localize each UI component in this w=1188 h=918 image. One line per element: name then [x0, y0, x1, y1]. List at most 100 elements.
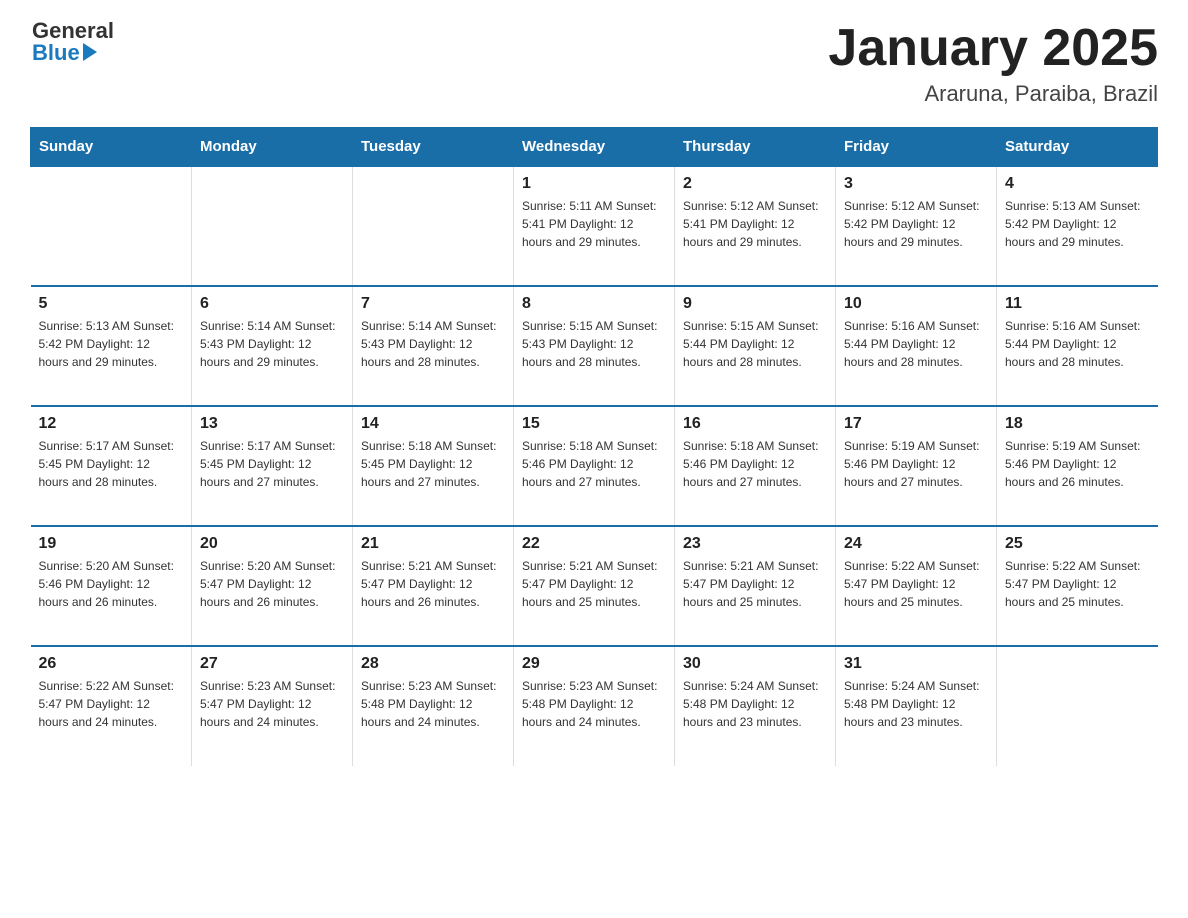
month-title: January 2025 — [828, 20, 1158, 77]
day-number: 14 — [361, 415, 505, 433]
calendar-cell: 20 Sunrise: 5:20 AM Sunset: 5:47 PM Dayli… — [192, 526, 353, 646]
day-number: 9 — [683, 295, 827, 313]
day-info: Sunrise: 5:20 AM Sunset: 5:47 PM Dayligh… — [200, 557, 344, 611]
day-number: 16 — [683, 415, 827, 433]
calendar-cell: 4 Sunrise: 5:13 AM Sunset: 5:42 PM Daylig… — [997, 166, 1158, 286]
day-info: Sunrise: 5:18 AM Sunset: 5:46 PM Dayligh… — [683, 437, 827, 491]
calendar-cell: 25Sunrise: 5:22 AM Sunset: 5:47 PM Dayli… — [997, 526, 1158, 646]
day-info: Sunrise: 5:19 AM Sunset: 5:46 PM Dayligh… — [1005, 437, 1150, 491]
logo: General Blue — [30, 20, 114, 64]
day-number: 18 — [1005, 415, 1150, 433]
calendar-cell: 10 Sunrise: 5:16 AM Sunset: 5:44 PM Dayli… — [836, 286, 997, 406]
day-number: 25 — [1005, 535, 1150, 553]
calendar-cell: 30Sunrise: 5:24 AM Sunset: 5:48 PM Dayli… — [675, 646, 836, 766]
day-info: Sunrise: 5:12 AM Sunset: 5:41 PM Dayligh… — [683, 197, 827, 251]
day-number: 5 — [39, 295, 184, 313]
day-number: 20 — [200, 535, 344, 553]
day-info: Sunrise: 5:23 AM Sunset: 5:48 PM Dayligh… — [361, 677, 505, 731]
day-number: 19 — [39, 535, 184, 553]
calendar-cell: 26 Sunrise: 5:22 AM Sunset: 5:47 PM Dayli… — [31, 646, 192, 766]
logo-arrow-icon — [83, 43, 97, 61]
calendar-cell: 6 Sunrise: 5:14 AM Sunset: 5:43 PM Daylig… — [192, 286, 353, 406]
day-info: Sunrise: 5:16 AM Sunset: 5:44 PM Dayligh… — [1005, 317, 1150, 371]
calendar-week-row: 26 Sunrise: 5:22 AM Sunset: 5:47 PM Dayli… — [31, 646, 1158, 766]
calendar-week-row: 1Sunrise: 5:11 AM Sunset: 5:41 PM Daylig… — [31, 166, 1158, 286]
calendar-week-row: 12 Sunrise: 5:17 AM Sunset: 5:45 PM Dayli… — [31, 406, 1158, 526]
day-info: Sunrise: 5:15 AM Sunset: 5:43 PM Dayligh… — [522, 317, 666, 371]
calendar-cell: 13 Sunrise: 5:17 AM Sunset: 5:45 PM Dayli… — [192, 406, 353, 526]
calendar-header-row: SundayMondayTuesdayWednesdayThursdayFrid… — [31, 128, 1158, 167]
header-day-tuesday: Tuesday — [353, 128, 514, 167]
calendar-cell: 3 Sunrise: 5:12 AM Sunset: 5:42 PM Daylig… — [836, 166, 997, 286]
page-header: General Blue January 2025 Araruna, Parai… — [30, 20, 1158, 107]
header-day-wednesday: Wednesday — [514, 128, 675, 167]
header-day-monday: Monday — [192, 128, 353, 167]
day-number: 23 — [683, 535, 827, 553]
day-info: Sunrise: 5:19 AM Sunset: 5:46 PM Dayligh… — [844, 437, 988, 491]
day-number: 10 — [844, 295, 988, 313]
day-info: Sunrise: 5:22 AM Sunset: 5:47 PM Dayligh… — [844, 557, 988, 611]
day-number: 26 — [39, 655, 184, 673]
day-info: Sunrise: 5:22 AM Sunset: 5:47 PM Dayligh… — [39, 677, 184, 731]
day-number: 30 — [683, 655, 827, 673]
calendar-cell: 23 Sunrise: 5:21 AM Sunset: 5:47 PM Dayli… — [675, 526, 836, 646]
day-info: Sunrise: 5:21 AM Sunset: 5:47 PM Dayligh… — [522, 557, 666, 611]
day-number: 22 — [522, 535, 666, 553]
day-info: Sunrise: 5:17 AM Sunset: 5:45 PM Dayligh… — [39, 437, 184, 491]
header-day-thursday: Thursday — [675, 128, 836, 167]
calendar-cell: 9 Sunrise: 5:15 AM Sunset: 5:44 PM Daylig… — [675, 286, 836, 406]
day-number: 7 — [361, 295, 505, 313]
logo-general-text: General — [32, 20, 114, 42]
calendar-week-row: 19 Sunrise: 5:20 AM Sunset: 5:46 PM Dayli… — [31, 526, 1158, 646]
day-number: 21 — [361, 535, 505, 553]
day-number: 13 — [200, 415, 344, 433]
day-info: Sunrise: 5:24 AM Sunset: 5:48 PM Dayligh… — [844, 677, 988, 731]
day-info: Sunrise: 5:14 AM Sunset: 5:43 PM Dayligh… — [200, 317, 344, 371]
day-info: Sunrise: 5:23 AM Sunset: 5:47 PM Dayligh… — [200, 677, 344, 731]
day-info: Sunrise: 5:20 AM Sunset: 5:46 PM Dayligh… — [39, 557, 184, 611]
day-info: Sunrise: 5:13 AM Sunset: 5:42 PM Dayligh… — [1005, 197, 1150, 251]
calendar-cell: 8Sunrise: 5:15 AM Sunset: 5:43 PM Daylig… — [514, 286, 675, 406]
day-info: Sunrise: 5:14 AM Sunset: 5:43 PM Dayligh… — [361, 317, 505, 371]
day-number: 3 — [844, 175, 988, 193]
header-day-sunday: Sunday — [31, 128, 192, 167]
day-info: Sunrise: 5:15 AM Sunset: 5:44 PM Dayligh… — [683, 317, 827, 371]
calendar-cell: 31 Sunrise: 5:24 AM Sunset: 5:48 PM Dayli… — [836, 646, 997, 766]
day-number: 4 — [1005, 175, 1150, 193]
calendar-cell — [353, 166, 514, 286]
day-number: 31 — [844, 655, 988, 673]
day-info: Sunrise: 5:16 AM Sunset: 5:44 PM Dayligh… — [844, 317, 988, 371]
day-info: Sunrise: 5:12 AM Sunset: 5:42 PM Dayligh… — [844, 197, 988, 251]
day-number: 1 — [522, 175, 666, 193]
calendar-cell: 27Sunrise: 5:23 AM Sunset: 5:47 PM Dayli… — [192, 646, 353, 766]
day-info: Sunrise: 5:21 AM Sunset: 5:47 PM Dayligh… — [361, 557, 505, 611]
calendar-cell — [997, 646, 1158, 766]
calendar-cell: 12 Sunrise: 5:17 AM Sunset: 5:45 PM Dayli… — [31, 406, 192, 526]
day-info: Sunrise: 5:23 AM Sunset: 5:48 PM Dayligh… — [522, 677, 666, 731]
day-info: Sunrise: 5:21 AM Sunset: 5:47 PM Dayligh… — [683, 557, 827, 611]
day-info: Sunrise: 5:17 AM Sunset: 5:45 PM Dayligh… — [200, 437, 344, 491]
calendar-cell: 11 Sunrise: 5:16 AM Sunset: 5:44 PM Dayli… — [997, 286, 1158, 406]
calendar-cell: 22 Sunrise: 5:21 AM Sunset: 5:47 PM Dayli… — [514, 526, 675, 646]
header-day-saturday: Saturday — [997, 128, 1158, 167]
calendar-cell: 14 Sunrise: 5:18 AM Sunset: 5:45 PM Dayli… — [353, 406, 514, 526]
location-subtitle: Araruna, Paraiba, Brazil — [828, 81, 1158, 107]
day-number: 12 — [39, 415, 184, 433]
calendar-cell: 1Sunrise: 5:11 AM Sunset: 5:41 PM Daylig… — [514, 166, 675, 286]
day-number: 11 — [1005, 295, 1150, 313]
day-info: Sunrise: 5:18 AM Sunset: 5:45 PM Dayligh… — [361, 437, 505, 491]
header-day-friday: Friday — [836, 128, 997, 167]
day-number: 6 — [200, 295, 344, 313]
calendar-cell — [192, 166, 353, 286]
calendar-cell: 16 Sunrise: 5:18 AM Sunset: 5:46 PM Dayli… — [675, 406, 836, 526]
calendar-cell: 28Sunrise: 5:23 AM Sunset: 5:48 PM Dayli… — [353, 646, 514, 766]
calendar-cell: 2 Sunrise: 5:12 AM Sunset: 5:41 PM Daylig… — [675, 166, 836, 286]
calendar-cell: 5Sunrise: 5:13 AM Sunset: 5:42 PM Daylig… — [31, 286, 192, 406]
calendar-cell: 29 Sunrise: 5:23 AM Sunset: 5:48 PM Dayli… — [514, 646, 675, 766]
day-number: 29 — [522, 655, 666, 673]
title-section: January 2025 Araruna, Paraiba, Brazil — [828, 20, 1158, 107]
calendar-week-row: 5Sunrise: 5:13 AM Sunset: 5:42 PM Daylig… — [31, 286, 1158, 406]
day-info: Sunrise: 5:18 AM Sunset: 5:46 PM Dayligh… — [522, 437, 666, 491]
calendar-cell: 15Sunrise: 5:18 AM Sunset: 5:46 PM Dayli… — [514, 406, 675, 526]
day-number: 2 — [683, 175, 827, 193]
